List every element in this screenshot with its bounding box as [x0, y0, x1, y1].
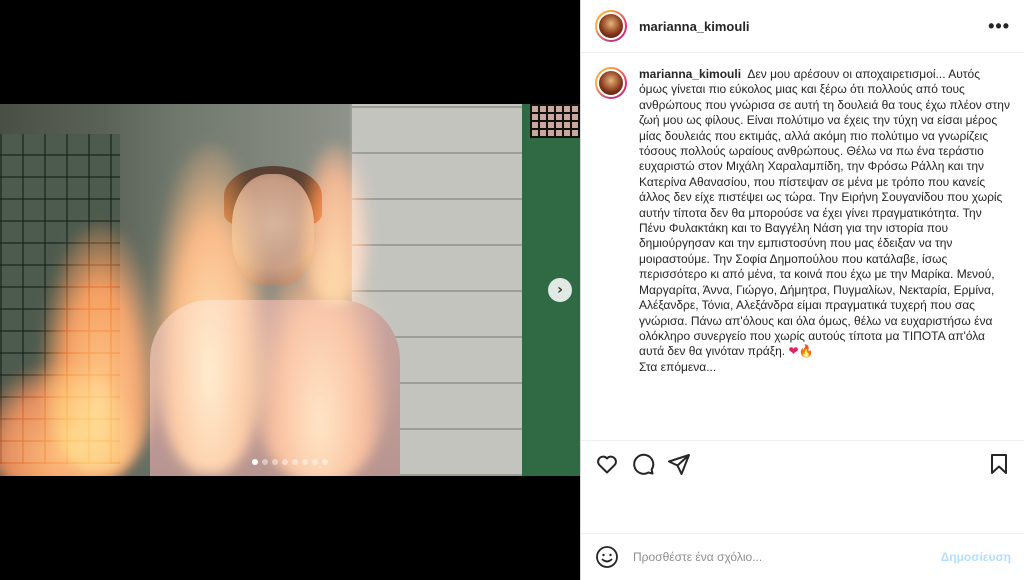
post-photo — [0, 104, 580, 476]
avatar-image — [597, 12, 625, 40]
heart-emoji: ❤ — [788, 344, 799, 359]
next-arrow-icon[interactable]: › — [548, 278, 572, 302]
fire-emoji: 🔥 — [798, 344, 814, 359]
heart-icon[interactable] — [595, 452, 619, 476]
carousel-dot — [302, 459, 308, 465]
post-dialog: › marianna_kimouli ••• marianna_kimouli … — [0, 0, 1024, 580]
header-username[interactable]: marianna_kimouli — [639, 19, 750, 34]
flame — [300, 144, 370, 304]
post-header: marianna_kimouli ••• — [581, 0, 1024, 53]
caption-section: marianna_kimouli Δεν μου αρέσουν οι αποχ… — [581, 53, 1024, 439]
post-comment-button[interactable]: Δημοσίευση — [941, 550, 1011, 564]
carousel-dot — [322, 459, 328, 465]
flame — [150, 144, 270, 474]
caption-text: Δεν μου αρέσουν οι αποχαιρετισμοί... Αυτ… — [639, 67, 1010, 359]
bookmark-icon[interactable] — [987, 452, 1011, 476]
avatar[interactable] — [595, 10, 627, 42]
emoji-icon[interactable] — [595, 545, 619, 569]
flame — [40, 224, 160, 474]
caption-last-line: Στα επόμενα... — [639, 359, 717, 374]
post-side-panel: marianna_kimouli ••• marianna_kimouli Δε… — [580, 0, 1024, 580]
comment-bar: Δημοσίευση — [581, 533, 1024, 580]
media-viewer: › — [0, 0, 580, 580]
carousel-indicator — [0, 459, 580, 465]
avatar-image — [597, 69, 625, 97]
more-icon[interactable]: ••• — [988, 17, 1010, 35]
carousel-dot — [262, 459, 268, 465]
comment-icon[interactable] — [631, 452, 655, 476]
comment-input[interactable] — [633, 550, 941, 564]
carousel-dot — [252, 459, 258, 465]
caption-username[interactable]: marianna_kimouli — [639, 67, 741, 81]
share-icon[interactable] — [667, 452, 691, 476]
action-bar — [581, 440, 1024, 486]
door-grille — [530, 104, 580, 138]
carousel-dot — [272, 459, 278, 465]
carousel-dot — [292, 459, 298, 465]
caption: marianna_kimouli Δεν μου αρέσουν οι αποχ… — [639, 67, 1010, 439]
carousel-dot — [312, 459, 318, 465]
carousel-dot — [282, 459, 288, 465]
avatar[interactable] — [595, 67, 627, 99]
